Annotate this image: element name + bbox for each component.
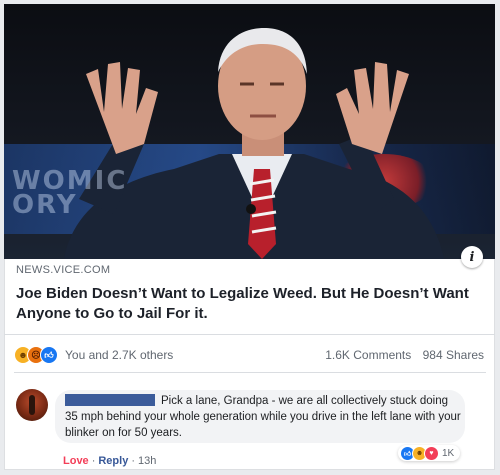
reaction-summary-text: You and 2.7K others <box>65 348 174 362</box>
comments-count-link[interactable]: 1.6K Comments <box>325 348 411 362</box>
reaction-summary[interactable]: ☻ ☹ 👍︎ You and 2.7K others <box>14 346 173 364</box>
link-headline[interactable]: Joe Biden Doesn’t Want to Legalize Weed.… <box>16 284 481 324</box>
reply-button[interactable]: Reply <box>98 455 128 467</box>
like-reaction-icon: 👍︎ <box>40 346 58 364</box>
commenter-avatar[interactable] <box>16 389 48 421</box>
separator-dot: · <box>131 455 135 467</box>
separator-dot: · <box>91 455 96 467</box>
engagement-counts: 1.6K Comments 984 Shares <box>317 348 484 362</box>
comment-bubble: Pick a lane, Grandpa - we are all collec… <box>55 390 465 443</box>
divider <box>4 334 495 335</box>
shares-count-link[interactable]: 984 Shares <box>423 348 484 362</box>
divider <box>14 372 486 373</box>
speaker-figure <box>64 28 444 259</box>
comment-reaction-count: 1K <box>442 447 455 459</box>
avatar-figure <box>29 395 35 415</box>
comment-timestamp[interactable]: 13h <box>138 455 156 467</box>
love-button[interactable]: Love <box>63 455 89 467</box>
love-reaction-icon: ♥ <box>424 445 439 461</box>
comment-text: Pick a lane, Grandpa - we are all collec… <box>65 395 461 439</box>
info-icon[interactable]: i <box>461 246 483 268</box>
link-preview-image[interactable]: WOMIC ORY <box>4 4 495 259</box>
comment-reaction-summary[interactable]: 👍︎ ☻ ♥ 1K <box>398 445 461 461</box>
comment-actions: Love · Reply · 13h <box>63 455 156 467</box>
backdrop-signage: WOMIC ORY <box>12 166 128 220</box>
link-source[interactable]: NEWS.VICE.COM <box>16 264 110 276</box>
